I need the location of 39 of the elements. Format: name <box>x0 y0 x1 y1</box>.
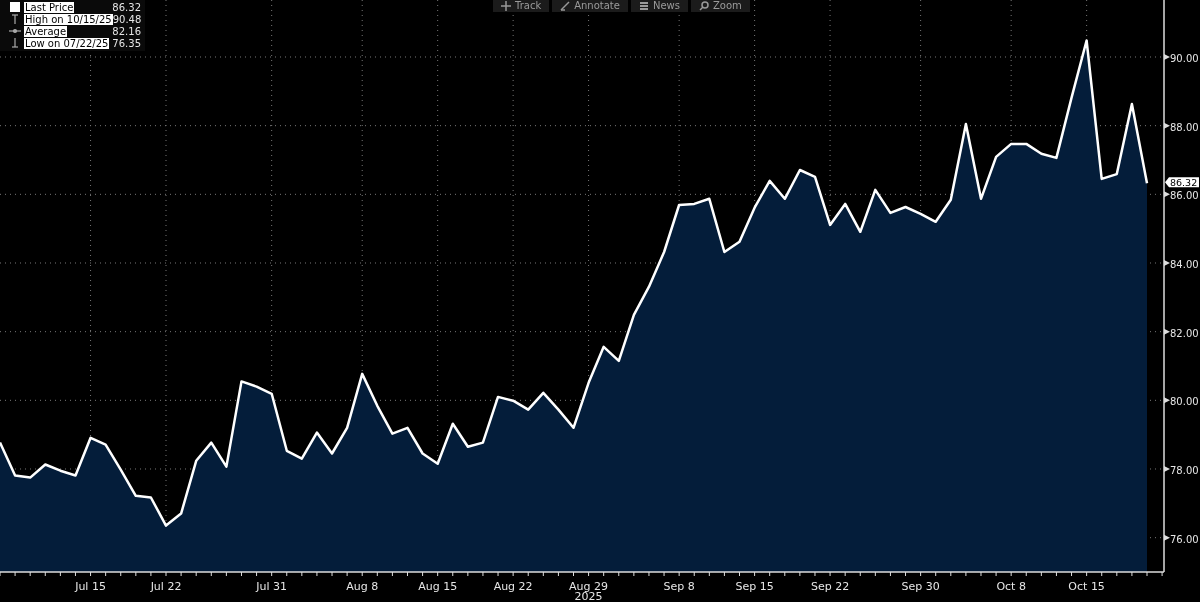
axis-label: Aug 8 <box>346 580 379 593</box>
pencil-icon <box>560 1 571 11</box>
axis-label: Aug 22 <box>493 580 533 593</box>
axis-label: 90.00 <box>1170 53 1199 64</box>
last-price-tag: 86.32 <box>1165 177 1199 189</box>
legend-value: 86.32 <box>112 1 141 13</box>
legend-label: High on 10/15/25 <box>24 13 113 25</box>
axis-label: Sep 22 <box>810 580 850 593</box>
axis-label: 80.00 <box>1170 396 1199 408</box>
list-icon <box>638 1 649 11</box>
axis-label: Jul 15 <box>75 580 106 593</box>
axis-label: Oct 15 <box>1068 580 1105 593</box>
axis-label: Sep 8 <box>663 580 695 593</box>
legend-label: Last Price <box>24 1 75 13</box>
toolbar-button[interactable]: News <box>630 0 688 12</box>
axis-label: 86.00 <box>1170 190 1199 202</box>
square-icon <box>8 1 22 13</box>
legend-value: 90.48 <box>112 13 142 25</box>
axis-label: 82.00 <box>1170 327 1199 339</box>
legend-label: Average <box>24 25 68 37</box>
axis-label: 84.00 <box>1170 259 1199 270</box>
axis-label: Aug 29 <box>569 580 609 593</box>
axis-label: Oct 8 <box>996 580 1026 593</box>
axis-label: 76.00 <box>1170 533 1199 545</box>
toolbar-button[interactable]: Zoom <box>690 0 750 12</box>
crosshair-icon <box>501 1 511 11</box>
axis-label: 78.00 <box>1170 465 1199 476</box>
toolbar-button[interactable]: Annotate <box>552 0 628 12</box>
axis-label: Sep 15 <box>735 580 774 593</box>
axis-label: Sep 30 <box>901 580 940 593</box>
toolbar-button[interactable]: Track <box>493 0 550 12</box>
axis-label: 88.00 <box>1170 121 1199 133</box>
search-icon <box>698 1 709 11</box>
legend-label: Low on 07/22/25 <box>24 37 110 49</box>
axis-label: Aug 15 <box>418 580 458 593</box>
axis-label: Jul 22 <box>150 580 182 593</box>
legend-value: 82.16 <box>112 25 141 37</box>
axis-label: Jul 31 <box>256 580 288 593</box>
legend-value: 76.35 <box>112 37 141 49</box>
